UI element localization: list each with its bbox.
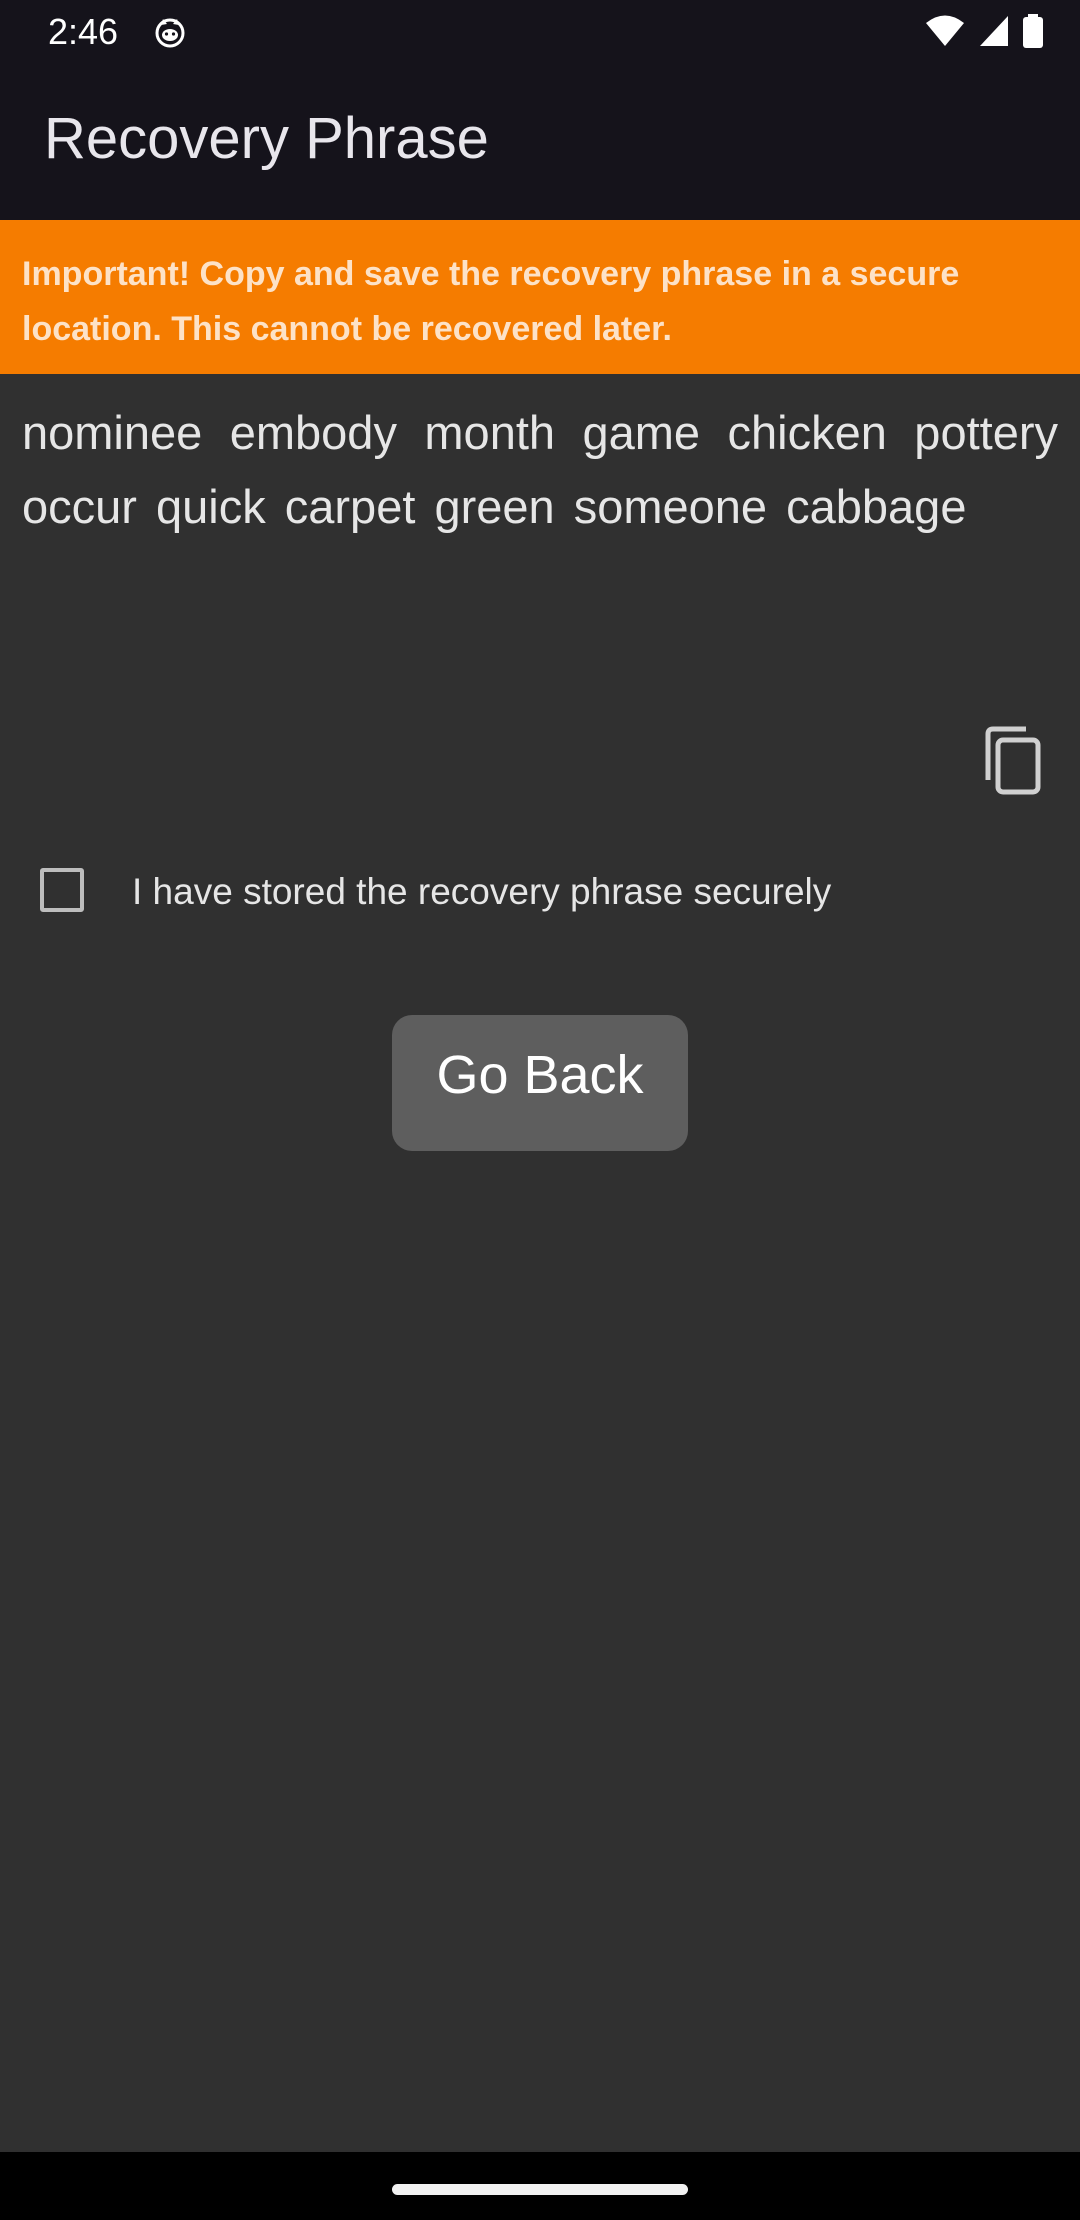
warning-text: Important! Copy and save the recovery ph… [22,255,960,348]
wifi-icon [917,14,969,46]
battery-icon [1014,14,1044,48]
copy-button[interactable] [978,724,1048,800]
copy-icon [985,726,1041,795]
status-icons [917,14,1044,50]
confirm-row: I have stored the recovery phrase secure… [40,866,1040,922]
status-bar: 2:46 [0,0,1080,64]
status-time: 2:46 [48,11,119,52]
confirm-checkbox[interactable] [40,868,84,912]
app-bar: Recovery Phrase [0,64,1080,220]
navigation-bar [0,2152,1080,2220]
go-back-button[interactable]: Go Back [392,1015,688,1151]
home-handle[interactable] [392,2184,688,2195]
cell-signal-icon [970,14,1014,46]
confirm-label: I have stored the recovery phrase secure… [132,871,832,912]
warning-banner: Important! Copy and save the recovery ph… [0,220,1080,374]
recovery-phrase-text: nominee embody month game chicken potter… [22,406,1058,533]
page-title: Recovery Phrase [44,106,489,171]
cat-icon [154,16,186,48]
